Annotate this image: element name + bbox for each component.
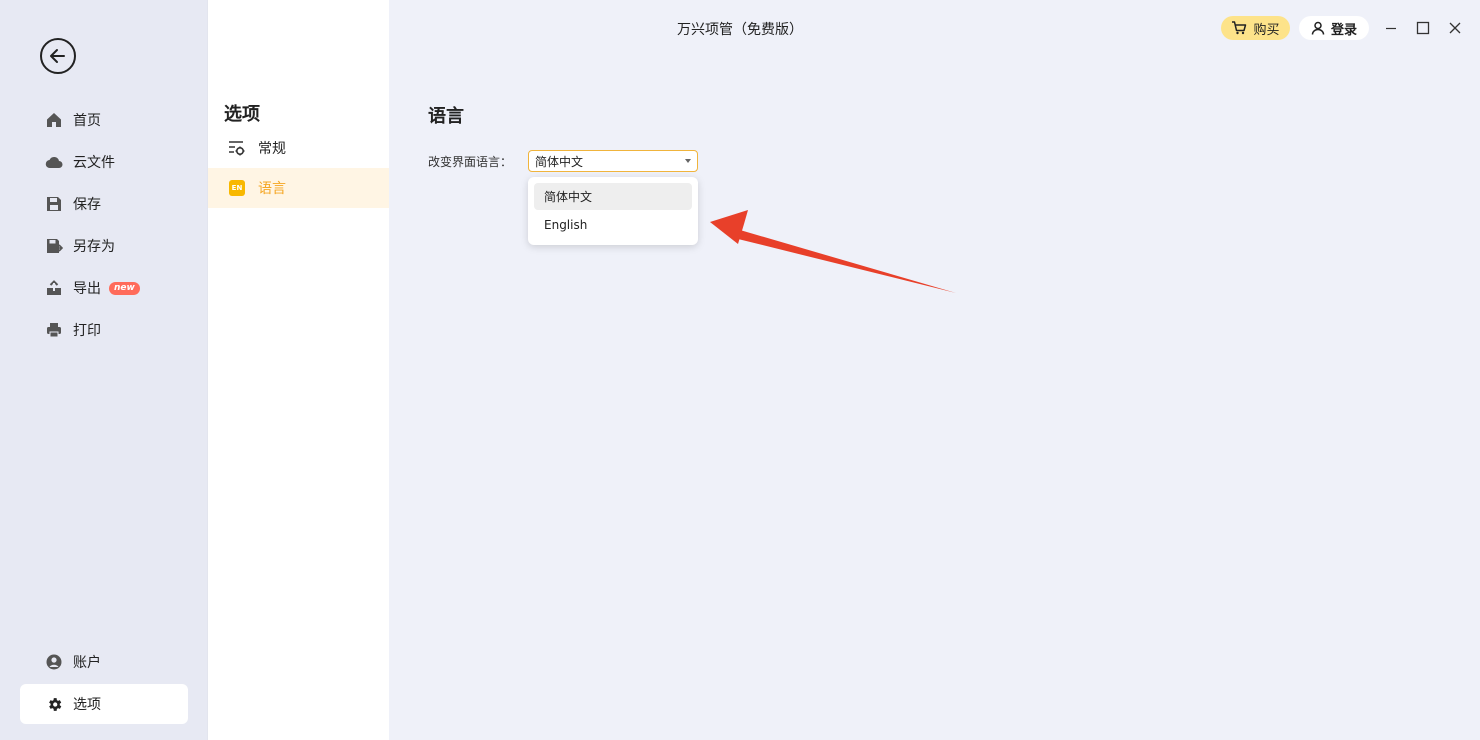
language-option-en[interactable]: English [534,211,692,238]
print-icon [45,321,63,339]
nav-item-cloud[interactable]: 云文件 [20,142,188,182]
minimize-button[interactable] [1381,18,1401,38]
save-icon [45,195,63,213]
close-icon [1449,22,1461,34]
nav-item-save[interactable]: 保存 [20,184,188,224]
nav-item-label: 导出 [73,281,101,297]
options-panel: 选项 常规 EN 语言 [207,0,389,740]
nav-item-label: 另存为 [73,239,115,255]
language-field-label: 改变界面语言： [428,155,513,169]
minimize-icon [1386,27,1396,30]
account-icon [45,653,63,671]
nav-item-label: 选项 [73,697,101,713]
nav-item-label: 打印 [73,323,101,339]
nav-item-label: 云文件 [73,155,115,171]
language-option-label: 简体中文 [544,190,593,204]
nav-item-options[interactable]: 选项 [20,684,188,724]
nav-item-save-as[interactable]: 另存为 [20,226,188,266]
options-item-language[interactable]: EN 语言 [208,168,389,208]
buy-label: 购买 [1253,22,1280,38]
settings-list-icon [228,139,246,157]
new-badge: new [109,281,140,295]
export-icon [45,279,63,297]
nav-item-label: 保存 [73,197,101,213]
nav-item-label: 首页 [73,113,101,129]
home-icon [45,111,63,129]
nav-item-home[interactable]: 首页 [20,100,188,140]
language-dropdown: 简体中文 English [528,177,698,245]
buy-button[interactable]: 购买 [1221,16,1290,40]
language-icon-text: EN [229,180,245,196]
chevron-down-icon [685,159,691,163]
options-item-label: 常规 [258,141,286,157]
window-title: 万兴项管（免费版） [677,22,803,38]
login-button[interactable]: 登录 [1299,16,1369,40]
nav-item-export[interactable]: 导出 new [20,268,188,308]
language-select[interactable]: 简体中文 [528,150,698,172]
nav-item-label: 账户 [73,655,101,671]
annotation-arrow [710,210,956,293]
options-item-label: 语言 [258,181,286,197]
close-button[interactable] [1445,18,1465,38]
options-item-general[interactable]: 常规 [208,128,389,168]
language-select-value: 简体中文 [535,154,584,169]
cart-icon [1232,21,1247,35]
language-option-label: English [544,217,588,232]
section-title: 语言 [428,106,464,127]
user-icon [1311,21,1325,35]
app-window: 首页 云文件 保存 另存为 导出 new 打印 账户 选项 选项 常规 EN 语… [0,0,1480,740]
language-icon: EN [228,179,246,197]
language-option-zh[interactable]: 简体中文 [534,183,692,210]
login-label: 登录 [1330,22,1357,38]
maximize-icon [1416,21,1430,35]
save-as-icon [45,237,63,255]
arrow-shaft [734,230,956,293]
maximize-button[interactable] [1413,18,1433,38]
gear-icon [45,695,63,713]
cloud-icon [45,153,63,171]
nav-item-account[interactable]: 账户 [20,642,188,682]
options-title: 选项 [224,104,260,125]
left-nav: 首页 云文件 保存 另存为 导出 new 打印 账户 选项 [0,0,207,740]
nav-item-print[interactable]: 打印 [20,310,188,350]
back-button[interactable] [40,38,76,74]
arrow-left-icon [50,49,65,63]
